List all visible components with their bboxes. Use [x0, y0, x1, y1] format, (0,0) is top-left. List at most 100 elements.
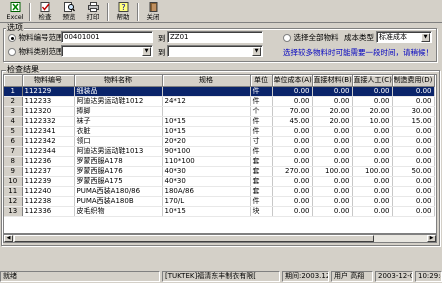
- cell-material[interactable]: 100.00: [312, 166, 353, 177]
- cell-unit-cost[interactable]: 0.00: [272, 96, 313, 107]
- chevron-down-icon[interactable]: ▼: [142, 47, 151, 56]
- cell-code[interactable]: 112240: [22, 186, 75, 197]
- cell-unit[interactable]: 套: [250, 176, 273, 187]
- cell-code[interactable]: 112320: [22, 106, 75, 117]
- code-range-radio[interactable]: [8, 33, 16, 42]
- scroll-thumb[interactable]: [14, 235, 374, 242]
- cell-labor[interactable]: 0.00: [352, 206, 393, 217]
- cell-code[interactable]: 112237: [22, 166, 75, 177]
- table-row[interactable]: 2 112233 阿迪达男运动鞋1012 24*12 件 0.00 0.00 0.00 0.00: [4, 96, 435, 107]
- category-range-option[interactable]: 物料类别范围: [8, 46, 64, 57]
- scroll-left-icon[interactable]: ◀: [4, 235, 13, 242]
- cell-material[interactable]: 0.00: [312, 186, 353, 197]
- cell-spec[interactable]: 110*100: [162, 156, 251, 167]
- cell-unit-cost[interactable]: 0.00: [272, 86, 313, 97]
- cell-name[interactable]: 罗蒙西服A178: [74, 156, 163, 167]
- cell-material[interactable]: 0.00: [312, 176, 353, 187]
- preview-button[interactable]: 预览: [56, 2, 82, 22]
- table-row[interactable]: 3 112320 捧脚个 70.00 20.00 20.00 30.00: [4, 106, 435, 117]
- cell-labor[interactable]: 100.00: [352, 166, 393, 177]
- column-header[interactable]: [4, 75, 23, 87]
- cell-labor[interactable]: 0.00: [352, 86, 393, 97]
- help-button[interactable]: ? 帮助: [110, 2, 136, 22]
- check-button[interactable]: 检查: [32, 2, 58, 22]
- cell-unit-cost[interactable]: 0.00: [272, 206, 313, 217]
- column-header[interactable]: 单位: [250, 75, 273, 87]
- cell-unit[interactable]: 件: [250, 126, 273, 137]
- cell-unit[interactable]: 块: [250, 206, 273, 217]
- cell-spec[interactable]: 10*15: [162, 126, 251, 137]
- cell-labor[interactable]: 0.00: [352, 126, 393, 137]
- cell-code[interactable]: 1122342: [22, 136, 75, 147]
- cell-unit-cost[interactable]: 0.00: [272, 126, 313, 137]
- cell-spec[interactable]: [162, 86, 251, 97]
- cell-spec[interactable]: 20*20: [162, 136, 251, 147]
- cell-unit[interactable]: 个: [250, 106, 273, 117]
- chevron-down-icon[interactable]: ▼: [421, 33, 430, 42]
- cell-spec[interactable]: 170/L: [162, 196, 251, 207]
- print-button[interactable]: 打印: [80, 2, 106, 22]
- cell-name[interactable]: PUMA西装A180B: [74, 196, 163, 207]
- cell-material[interactable]: 0.00: [312, 146, 353, 157]
- cell-unit[interactable]: 寸: [250, 136, 273, 147]
- cell-overhead[interactable]: 0.00: [392, 146, 435, 157]
- cell-unit-cost[interactable]: 0.00: [272, 186, 313, 197]
- cell-name[interactable]: 领口: [74, 136, 163, 147]
- cell-spec[interactable]: 10*15: [162, 206, 251, 217]
- cell-spec[interactable]: 24*12: [162, 96, 251, 107]
- cell-overhead[interactable]: 0.00: [392, 96, 435, 107]
- cell-unit[interactable]: 套: [250, 166, 273, 177]
- cell-overhead[interactable]: 0.00: [392, 126, 435, 137]
- cell-spec[interactable]: [162, 106, 251, 117]
- cell-unit-cost[interactable]: 45.00: [272, 116, 313, 127]
- cell-material[interactable]: 0.00: [312, 136, 353, 147]
- cell-overhead[interactable]: 0.00: [392, 196, 435, 207]
- cell-unit-cost[interactable]: 0.00: [272, 146, 313, 157]
- cell-overhead[interactable]: 0.00: [392, 176, 435, 187]
- cell-unit[interactable]: 件: [250, 146, 273, 157]
- cell-overhead[interactable]: 0.00: [392, 156, 435, 167]
- cell-overhead[interactable]: 15.00: [392, 116, 435, 127]
- table-row[interactable]: 11 112240 PUMA西装A180/86 180A/86 套 0.00 0.00 0.0…: [4, 186, 435, 197]
- cell-code[interactable]: 112236: [22, 156, 75, 167]
- cell-code[interactable]: 112129: [22, 86, 75, 97]
- cell-name[interactable]: 罗蒙西服A176: [74, 166, 163, 177]
- table-row[interactable]: 8 112236 罗蒙西服A178 110*100 套 0.00 0.00 0.00 0.00: [4, 156, 435, 167]
- table-row[interactable]: 12 112238 PUMA西装A180B 170/L 件 0.00 0.00 0.00 0.0…: [4, 196, 435, 207]
- cell-code[interactable]: 112336: [22, 206, 75, 217]
- cell-material[interactable]: 0.00: [312, 206, 353, 217]
- cell-unit-cost[interactable]: 270.00: [272, 166, 313, 177]
- cell-material[interactable]: 0.00: [312, 156, 353, 167]
- cell-overhead[interactable]: 0.00: [392, 136, 435, 147]
- table-row[interactable]: 7 1122344 阿迪达男运动鞋1013 90*100 件 0.00 0.00 0.00 0.…: [4, 146, 435, 157]
- excel-button[interactable]: Excel: [2, 2, 28, 22]
- cell-overhead[interactable]: 50.00: [392, 166, 435, 177]
- scroll-right-icon[interactable]: ▶: [427, 235, 436, 242]
- cell-code[interactable]: 1122341: [22, 126, 75, 137]
- column-header[interactable]: 制造费用(D): [392, 75, 435, 87]
- cell-code[interactable]: 112238: [22, 196, 75, 207]
- cell-code[interactable]: 1122344: [22, 146, 75, 157]
- category-from-select[interactable]: ▼: [61, 45, 153, 57]
- cell-name[interactable]: 阿迪达男运动鞋1012: [74, 96, 163, 107]
- cell-material[interactable]: 0.00: [312, 126, 353, 137]
- cell-unit[interactable]: 件: [250, 86, 273, 97]
- cell-material[interactable]: 20.00: [312, 106, 353, 117]
- cell-labor[interactable]: 0.00: [352, 196, 393, 207]
- chevron-down-icon[interactable]: ▼: [252, 47, 261, 56]
- cell-unit[interactable]: 件: [250, 196, 273, 207]
- cell-unit[interactable]: 套: [250, 186, 273, 197]
- column-header[interactable]: 物料名称: [74, 75, 163, 87]
- cell-spec[interactable]: 40*30: [162, 176, 251, 187]
- cell-name[interactable]: 袜子: [74, 116, 163, 127]
- table-row[interactable]: 4 1122332 袜子 10*15 件 45.00 20.00 10.00 15.00: [4, 116, 435, 127]
- cell-material[interactable]: 20.00: [312, 116, 353, 127]
- column-header[interactable]: 规格: [162, 75, 251, 87]
- cell-unit-cost[interactable]: 0.00: [272, 176, 313, 187]
- cell-unit-cost[interactable]: 0.00: [272, 156, 313, 167]
- table-row[interactable]: 9 112237 罗蒙西服A176 40*30 套 270.00 100.00 100.00 5…: [4, 166, 435, 177]
- cell-labor[interactable]: 10.00: [352, 116, 393, 127]
- cell-overhead[interactable]: 30.00: [392, 106, 435, 117]
- cell-material[interactable]: 0.00: [312, 86, 353, 97]
- all-materials-radio[interactable]: [283, 33, 291, 42]
